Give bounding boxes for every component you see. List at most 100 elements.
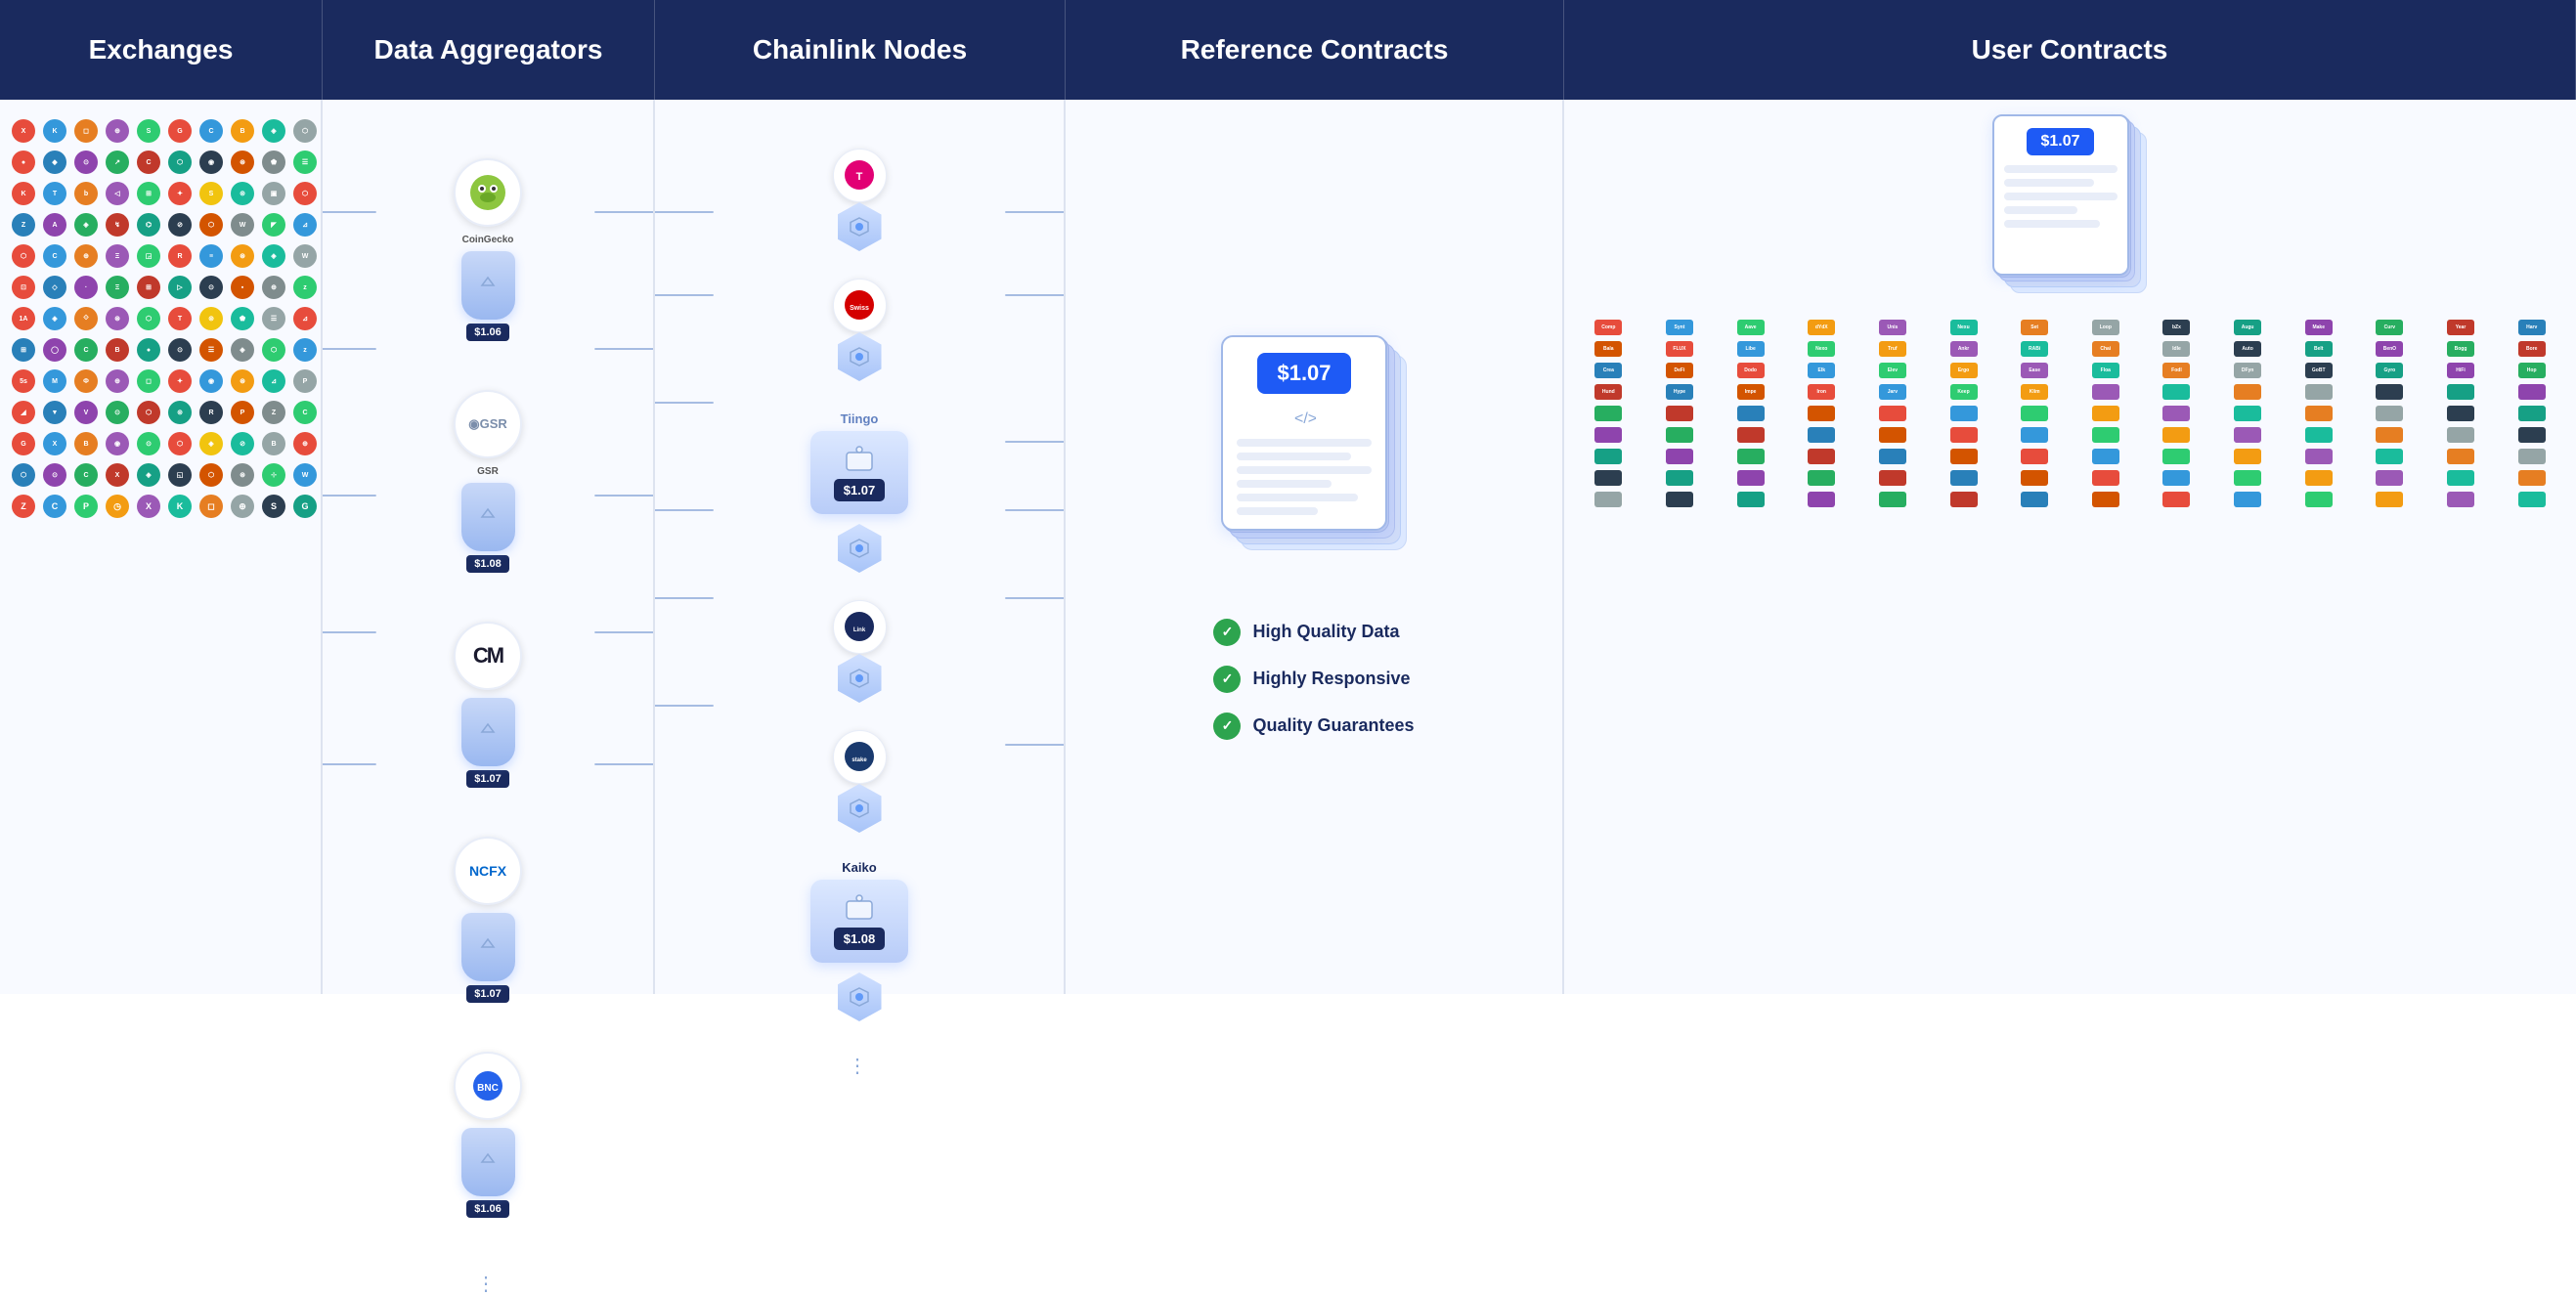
user-icon-95 (2376, 449, 2403, 464)
user-icon-112 (1594, 492, 1622, 507)
exchange-icon-10: ● (12, 151, 35, 174)
user-icon-86 (1737, 449, 1765, 464)
exchange-icon-95: ⊚ (168, 401, 192, 424)
stakefish-logo: stake (833, 730, 887, 784)
exchange-icon-28: ▣ (262, 182, 285, 205)
exchange-icon-91: ▼ (43, 401, 66, 424)
exchange-icon-52: · (74, 276, 98, 299)
user-icon-69 (2518, 406, 2546, 421)
user-icon-114 (1737, 492, 1765, 507)
exchange-icon-18: ⬟ (262, 151, 285, 174)
user-icon-101 (1808, 470, 1835, 486)
exchange-icon-78: ⬡ (262, 338, 285, 362)
exchange-icon-72: C (74, 338, 98, 362)
node-tiingo-agg: Tiingo $1.07 (810, 409, 908, 573)
user-icon-98 (1594, 470, 1622, 486)
exchange-icon-81: M (43, 369, 66, 393)
exchange-icon-109: ⊕ (293, 432, 317, 455)
user-icon-106 (2162, 470, 2190, 486)
exchange-icon-22: b (74, 182, 98, 205)
node-swisscom: Swiss (833, 279, 887, 381)
exchange-icon-16: ◉ (199, 151, 223, 174)
gsr-text: ◉GSR (468, 416, 507, 432)
user-icon-87 (1808, 449, 1835, 464)
exchange-icon-74: ● (137, 338, 160, 362)
bnc-flask (461, 1128, 515, 1196)
coingecko-logo (454, 158, 522, 227)
exchange-icon-41: C (43, 244, 66, 268)
user-icon-120 (2162, 492, 2190, 507)
node-kaiko-agg: Kaiko $1.08 (810, 860, 908, 1021)
feature-guarantees: ✓ Quality Guarantees (1213, 713, 1414, 740)
user-icon-55 (2518, 384, 2546, 400)
tiingo-hex (838, 524, 882, 573)
user-icon-37: DFyn (2234, 363, 2261, 378)
exchange-icon-55: ▷ (168, 276, 192, 299)
header-user: User Contracts (1564, 0, 2576, 100)
exchange-icon-119: W (293, 463, 317, 487)
svg-text:Swiss: Swiss (850, 305, 869, 312)
header: Exchanges Data Aggregators Chainlink Nod… (0, 0, 2576, 100)
user-icon-116 (1879, 492, 1906, 507)
user-code-lines (2004, 165, 2118, 234)
user-icon-50 (2162, 384, 2190, 400)
exchange-icon-37: W (231, 213, 254, 237)
exchange-icon-103: ◉ (106, 432, 129, 455)
exchange-icon-127: ⊕ (231, 495, 254, 518)
ref-code-lines (1237, 439, 1372, 521)
user-code-line-4 (2004, 206, 2077, 214)
exchange-icon-12: ⊙ (74, 151, 98, 174)
user-icon-grid: CompSyntAavedYdXUnisNexuSetLoopbZxAuguMa… (1576, 320, 2564, 507)
ncfx-text: NCFX (469, 863, 506, 879)
exchange-icon-3: ⊕ (106, 119, 129, 143)
user-icon-42: Hund (1594, 384, 1622, 400)
exchange-icon-39: ⊿ (293, 213, 317, 237)
code-line-6 (1237, 507, 1318, 515)
user-code-line-1 (2004, 165, 2118, 173)
exchange-icon-26: S (199, 182, 223, 205)
user-icon-54 (2447, 384, 2474, 400)
tiingo-price: $1.07 (834, 479, 886, 501)
kaiko-price: $1.08 (834, 928, 886, 950)
user-icon-80 (2305, 427, 2333, 443)
exchange-icon-51: ◇ (43, 276, 66, 299)
user-icon-108 (2305, 470, 2333, 486)
exchange-icon-97: P (231, 401, 254, 424)
exchange-icon-70: ⊞ (12, 338, 35, 362)
exchange-icon-62: ⟐ (74, 307, 98, 330)
user-icon-90 (2021, 449, 2048, 464)
exchange-icon-94: ⬡ (137, 401, 160, 424)
exchange-icon-112: C (74, 463, 98, 487)
exchange-icon-66: ⊚ (199, 307, 223, 330)
exchange-icon-115: ◱ (168, 463, 192, 487)
user-icon-82 (2447, 427, 2474, 443)
exchange-icon-4: S (137, 119, 160, 143)
exchange-icon-71: ◯ (43, 338, 66, 362)
exchange-icon-57: ▪ (231, 276, 254, 299)
svg-text:stake: stake (851, 757, 867, 763)
ref-card-front: $1.07 </> (1221, 335, 1387, 531)
user-icon-124 (2447, 492, 2474, 507)
exchange-icon-7: B (231, 119, 254, 143)
user-icon-85 (1666, 449, 1693, 464)
user-icon-48: Klim (2021, 384, 2048, 400)
gsr-price: $1.08 (466, 555, 509, 573)
user-icon-6: Set (2021, 320, 2048, 335)
user-icon-73 (1808, 427, 1835, 443)
aggregator-gsr: ◉GSR GSR $1.08 (454, 390, 522, 573)
user-icon-59 (1808, 406, 1835, 421)
user-icon-43: Hype (1666, 384, 1693, 400)
exchange-icon-1: K (43, 119, 66, 143)
exchange-icon-67: ⬟ (231, 307, 254, 330)
user-icon-71 (1666, 427, 1693, 443)
ncfx-price: $1.07 (466, 985, 509, 1003)
user-icon-27: Bore (2518, 341, 2546, 357)
exchange-icon-104: ⊙ (137, 432, 160, 455)
exchange-icon-0: X (12, 119, 35, 143)
user-icon-77 (2092, 427, 2119, 443)
kaiko-label: Kaiko (842, 860, 876, 875)
user-icon-96 (2447, 449, 2474, 464)
user-code-line-3 (2004, 193, 2118, 200)
code-line-3 (1237, 466, 1372, 474)
user-icon-60 (1879, 406, 1906, 421)
